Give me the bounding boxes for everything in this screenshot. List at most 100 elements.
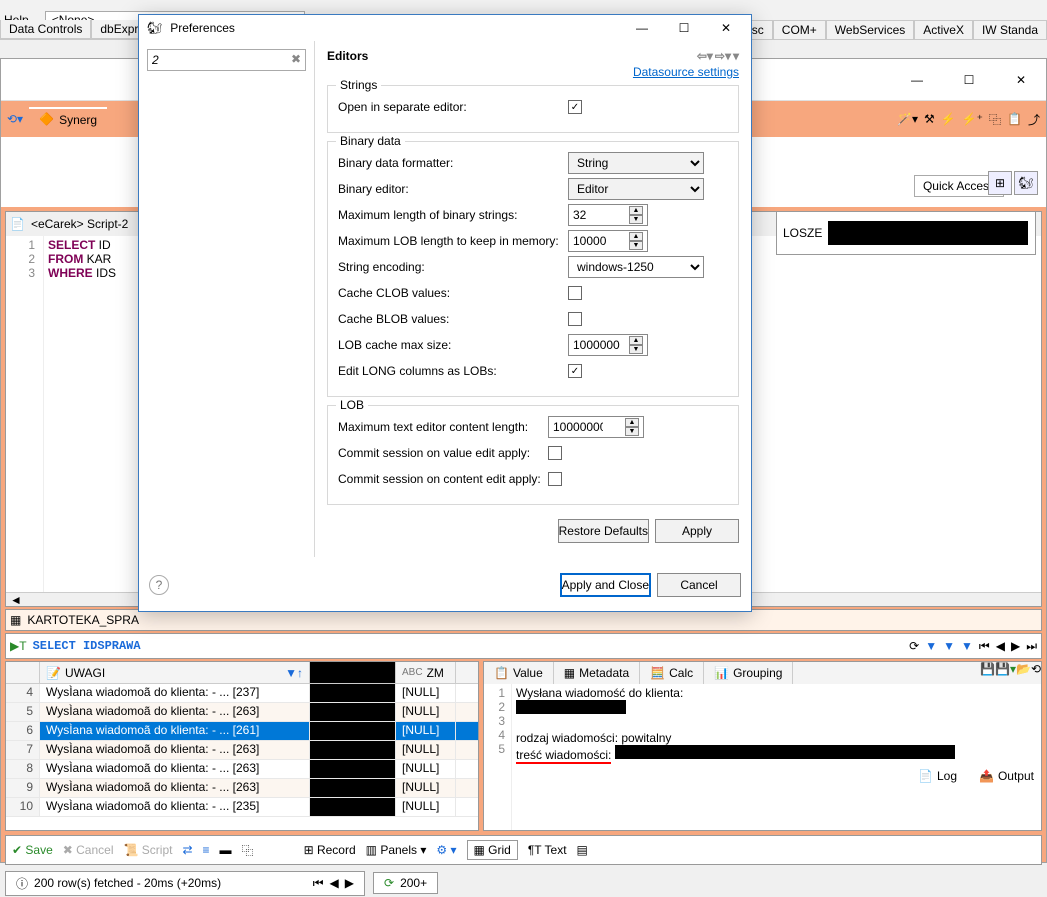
input-max-txt-len[interactable]	[553, 420, 603, 434]
spin-down-icon[interactable]: ▼	[629, 241, 643, 250]
filter-icon-3[interactable]: ▼	[961, 639, 973, 653]
sync-icon[interactable]: ⟲	[1031, 662, 1041, 684]
result-tab-name[interactable]: KARTOTEKA_SPRA	[27, 613, 139, 627]
save-icon-2[interactable]: 💾▾	[995, 662, 1016, 684]
panels-button[interactable]: ▥ Panels ▾	[366, 843, 427, 857]
tab-grouping[interactable]: 📊Grouping	[704, 662, 793, 684]
apply-button[interactable]: Apply	[655, 519, 739, 543]
settings-icon[interactable]: ⚙ ▾	[436, 843, 456, 857]
open-icon[interactable]: 📂	[1016, 662, 1031, 684]
run-icon[interactable]: ▶T	[10, 639, 27, 653]
extra-icon[interactable]: ▤	[577, 843, 588, 857]
paste-icon[interactable]: 📋	[1007, 112, 1022, 126]
spinner-max-txt-len[interactable]: ▲▼	[548, 416, 644, 438]
edit-row-icon[interactable]: ⇄	[182, 843, 192, 857]
clear-search-icon[interactable]: ✖	[291, 52, 301, 66]
nav-prev-icon[interactable]: ◀	[996, 639, 1005, 653]
open-perspective-icon[interactable]: ⊞	[988, 171, 1012, 195]
dialog-titlebar[interactable]: 🐿 Preferences ― ☐ ✕	[139, 15, 751, 41]
checkbox-edit-long[interactable]: ✓	[568, 364, 582, 378]
col-uwagi[interactable]: UWAGI	[65, 666, 105, 680]
table-row[interactable]: 8WysÌana wiadomoã do klienta: - ... [263…	[6, 760, 478, 779]
spin-up-icon[interactable]: ▲	[629, 206, 643, 215]
text-view-button[interactable]: ¶T Text	[528, 843, 567, 857]
close-icon[interactable]: ✕	[1006, 70, 1036, 90]
input-max-lob-mem[interactable]	[573, 234, 623, 248]
tool-icon[interactable]: ⚒	[924, 112, 935, 126]
script-button[interactable]: 📜 Script	[124, 843, 173, 857]
lightning-plus-icon[interactable]: ⚡⁺	[962, 112, 983, 126]
tab-data-controls[interactable]: Data Controls	[0, 20, 91, 39]
select-str-encoding[interactable]: windows-1250	[568, 256, 704, 278]
cancel-button[interactable]: ✖ Cancel	[63, 843, 114, 857]
copy-icon[interactable]: ⿻	[989, 111, 1001, 128]
pref-search[interactable]: ✖	[147, 49, 306, 71]
checkbox-open-separate[interactable]: ✓	[568, 100, 582, 114]
refresh-icon[interactable]: ⟳	[909, 639, 919, 653]
table-row[interactable]: 5WysÌana wiadomoã do klienta: - ... [263…	[6, 703, 478, 722]
tab-activex[interactable]: ActiveX	[914, 20, 973, 39]
checkbox-cache-clob[interactable]	[568, 286, 582, 300]
menu-icon[interactable]: ▾	[733, 49, 739, 63]
export-icon[interactable]: ⤴	[1028, 111, 1040, 128]
dialog-close-icon[interactable]: ✕	[709, 15, 743, 41]
dbeaver-perspective-icon[interactable]: 🐿	[1014, 171, 1038, 195]
tab-calc[interactable]: 🧮Calc	[640, 662, 704, 684]
checkbox-commit-content[interactable]	[548, 472, 562, 486]
scroll-left-icon[interactable]: ◄	[10, 593, 22, 607]
status-nav-first[interactable]: ⏮	[313, 876, 324, 891]
spin-down-icon[interactable]: ▼	[625, 427, 639, 436]
wand-icon[interactable]: 🪄▾	[897, 112, 918, 126]
duplicate-row-icon[interactable]: ⿻	[242, 842, 254, 859]
checkbox-cache-blob[interactable]	[568, 312, 582, 326]
dialog-maximize-icon[interactable]: ☐	[667, 15, 701, 41]
table-row[interactable]: 6WysÌana wiadomoã do klienta: - ... [261…	[6, 722, 478, 741]
input-lob-cache-max[interactable]	[573, 338, 623, 352]
cancel-button[interactable]: Cancel	[657, 573, 741, 597]
status-nav-next[interactable]: ▶	[345, 876, 354, 890]
checkbox-commit-value[interactable]	[548, 446, 562, 460]
dialog-minimize-icon[interactable]: ―	[625, 15, 659, 41]
tab-iw[interactable]: IW Standa	[973, 20, 1047, 39]
table-row[interactable]: 4WysÌana wiadomoã do klienta: - ... [237…	[6, 684, 478, 703]
filter-icon[interactable]: ▼	[925, 639, 937, 653]
save-button[interactable]: ✔ Save	[12, 843, 53, 857]
search-input[interactable]	[152, 50, 286, 70]
history-icon[interactable]: ⟲▾	[7, 112, 23, 126]
tab-metadata[interactable]: ▦Metadata	[554, 662, 640, 684]
status-nav-prev[interactable]: ◀	[330, 876, 339, 890]
filter-icon-2[interactable]: ▼	[943, 639, 955, 653]
record-button[interactable]: ⊞ Record	[304, 843, 356, 857]
tab-value[interactable]: 📋Value	[484, 662, 554, 684]
script-tab[interactable]: <eCarek> Script-2	[31, 217, 128, 231]
nav-next-icon[interactable]: ▶	[1011, 639, 1020, 653]
tab-com-plus[interactable]: COM+	[773, 20, 826, 39]
col-zm[interactable]: ZM	[427, 666, 444, 680]
add-row-icon[interactable]: ≡	[203, 843, 210, 857]
apply-close-button[interactable]: Apply and Close	[560, 573, 651, 597]
help-icon[interactable]: ?	[149, 575, 169, 595]
connection-tab[interactable]: 🔶 Synerg	[29, 107, 107, 131]
spin-down-icon[interactable]: ▼	[629, 215, 643, 224]
nav-first-icon[interactable]: ⏮	[979, 639, 990, 654]
table-row[interactable]: 10WysÌana wiadomoã do klienta: - ... [23…	[6, 798, 478, 817]
spin-up-icon[interactable]: ▲	[629, 336, 643, 345]
back-icon[interactable]: ⇦▾	[697, 49, 713, 63]
forward-icon[interactable]: ⇨▾	[715, 49, 731, 63]
spin-up-icon[interactable]: ▲	[629, 232, 643, 241]
output-tab[interactable]: 📤Output	[973, 767, 1040, 785]
datasource-settings-link[interactable]: Datasource settings	[327, 65, 739, 79]
select-binary-editor[interactable]: Editor	[568, 178, 704, 200]
log-tab[interactable]: 📄Log	[912, 767, 963, 785]
maximize-icon[interactable]: ☐	[954, 70, 984, 90]
grid-view-button[interactable]: ▦ Grid	[467, 840, 518, 860]
spinner-max-lob-mem[interactable]: ▲▼	[568, 230, 648, 252]
tab-webservices[interactable]: WebServices	[826, 20, 914, 39]
nav-last-icon[interactable]: ⏭	[1026, 639, 1037, 654]
spin-down-icon[interactable]: ▼	[629, 345, 643, 354]
minimize-icon[interactable]: ―	[902, 70, 932, 90]
sql-text-body[interactable]: SELECT ID FROM KAR WHERE IDS	[44, 236, 120, 592]
spin-up-icon[interactable]: ▲	[625, 418, 639, 427]
spinner-lob-cache-max[interactable]: ▲▼	[568, 334, 648, 356]
value-editor[interactable]: 12345 Wysłana wiadomość do klienta: rodz…	[484, 684, 1041, 830]
